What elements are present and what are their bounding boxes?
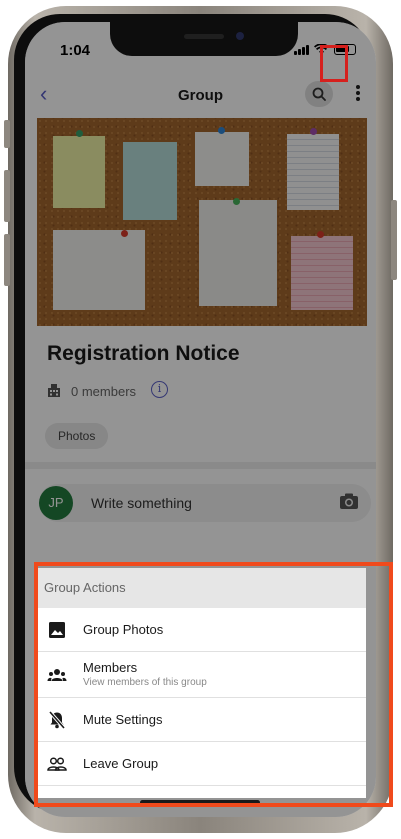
power-button (391, 200, 397, 280)
notch (110, 22, 298, 56)
speaker-grille (184, 34, 224, 39)
more-options-highlight (320, 45, 348, 82)
volume-down-button (4, 234, 10, 286)
group-actions-highlight (34, 562, 393, 807)
mute-switch (4, 120, 10, 148)
front-camera (236, 32, 244, 40)
volume-up-button (4, 170, 10, 222)
